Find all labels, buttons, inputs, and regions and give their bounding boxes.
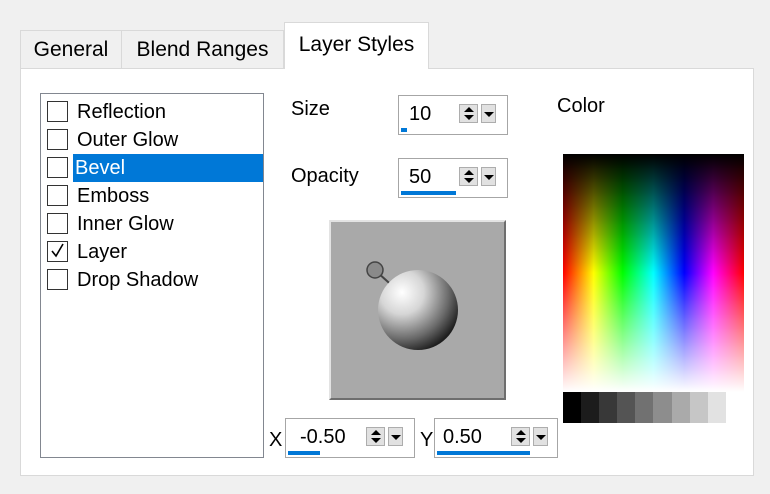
y-up-down-button[interactable]	[511, 427, 530, 446]
size-spinbox[interactable]: 10	[398, 95, 508, 135]
chevron-down-icon	[484, 175, 494, 180]
y-level-bar	[437, 451, 530, 455]
list-item-reflection[interactable]: Reflection	[47, 98, 263, 126]
arrow-up-icon	[516, 430, 526, 435]
gray-swatch[interactable]	[617, 392, 636, 423]
inner-glow-checkbox[interactable]	[47, 213, 68, 234]
opacity-level-bar	[401, 191, 456, 195]
tab-layer-styles[interactable]: Layer Styles	[284, 22, 429, 69]
gray-swatch[interactable]	[725, 392, 744, 423]
emboss-checkbox[interactable]	[47, 185, 68, 206]
color-label: Color	[557, 95, 605, 117]
gray-swatch[interactable]	[635, 392, 654, 423]
gray-swatch[interactable]	[599, 392, 618, 423]
arrow-up-icon	[464, 170, 474, 175]
gray-swatch[interactable]	[671, 392, 690, 423]
list-item-label: Bevel	[73, 154, 263, 182]
y-spinbox[interactable]: 0.50	[434, 418, 558, 458]
gray-swatch[interactable]	[563, 392, 582, 423]
x-dropdown-button[interactable]	[388, 427, 403, 446]
size-label: Size	[291, 98, 330, 120]
arrow-down-icon	[516, 438, 526, 443]
arrow-up-icon	[371, 430, 381, 435]
x-up-down-button[interactable]	[366, 427, 385, 446]
list-item-bevel[interactable]: Bevel	[47, 154, 263, 182]
x-spinbox[interactable]: -0.50	[285, 418, 415, 458]
styles-list[interactable]: Reflection Outer Glow Bevel Emboss Inner…	[40, 93, 264, 458]
chevron-down-icon	[484, 112, 494, 117]
drop-shadow-checkbox[interactable]	[47, 269, 68, 290]
list-item-label: Emboss	[77, 185, 150, 207]
list-item-emboss[interactable]: Emboss	[47, 182, 263, 210]
gray-swatch[interactable]	[707, 392, 726, 423]
list-item-label: Inner Glow	[77, 213, 174, 235]
opacity-spinbox[interactable]: 50	[398, 158, 508, 198]
list-item-layer[interactable]: Layer	[47, 238, 263, 266]
opacity-value[interactable]: 50	[409, 166, 431, 189]
list-item-label: Layer	[77, 241, 128, 263]
gray-swatch[interactable]	[581, 392, 600, 423]
list-item-label: Reflection	[77, 101, 166, 123]
list-item-outer-glow[interactable]: Outer Glow	[47, 126, 263, 154]
gray-swatch[interactable]	[689, 392, 708, 423]
arrow-down-icon	[464, 178, 474, 183]
tab-blend-ranges[interactable]: Blend Ranges	[121, 30, 284, 68]
chevron-down-icon	[536, 435, 546, 440]
sphere-preview	[366, 261, 458, 350]
arrow-down-icon	[464, 115, 474, 120]
arrow-down-icon	[371, 438, 381, 443]
y-label: Y	[420, 429, 434, 451]
arrow-up-icon	[464, 107, 474, 112]
light-handle-icon[interactable]	[366, 261, 384, 279]
bevel-checkbox[interactable]	[47, 157, 68, 178]
opacity-label: Opacity	[291, 165, 359, 187]
y-dropdown-button[interactable]	[533, 427, 548, 446]
reflection-checkbox[interactable]	[47, 101, 68, 122]
check-icon	[51, 243, 64, 258]
list-item-label: Outer Glow	[77, 129, 179, 151]
color-spectrum-picker[interactable]	[563, 154, 744, 392]
x-level-bar	[288, 451, 320, 455]
opacity-dropdown-button[interactable]	[481, 167, 496, 186]
opacity-up-down-button[interactable]	[459, 167, 478, 186]
size-level-bar	[401, 128, 407, 132]
y-value[interactable]: 0.50	[443, 426, 482, 449]
list-item-drop-shadow[interactable]: Drop Shadow	[47, 266, 263, 294]
light-direction-preview[interactable]	[329, 220, 506, 400]
size-up-down-button[interactable]	[459, 104, 478, 123]
list-item-inner-glow[interactable]: Inner Glow	[47, 210, 263, 238]
outer-glow-checkbox[interactable]	[47, 129, 68, 150]
x-label: X	[269, 429, 283, 451]
sphere	[378, 270, 458, 350]
tab-general[interactable]: General	[20, 30, 122, 68]
x-value[interactable]: -0.50	[300, 426, 346, 449]
size-dropdown-button[interactable]	[481, 104, 496, 123]
layer-styles-dialog: General Blend Ranges Layer Styles Reflec…	[0, 0, 770, 494]
size-value[interactable]: 10	[409, 103, 431, 126]
list-item-label: Drop Shadow	[77, 269, 199, 291]
chevron-down-icon	[391, 435, 401, 440]
layer-checkbox[interactable]	[47, 241, 68, 262]
gray-swatch[interactable]	[653, 392, 672, 423]
grayscale-swatch-strip[interactable]	[563, 392, 744, 423]
